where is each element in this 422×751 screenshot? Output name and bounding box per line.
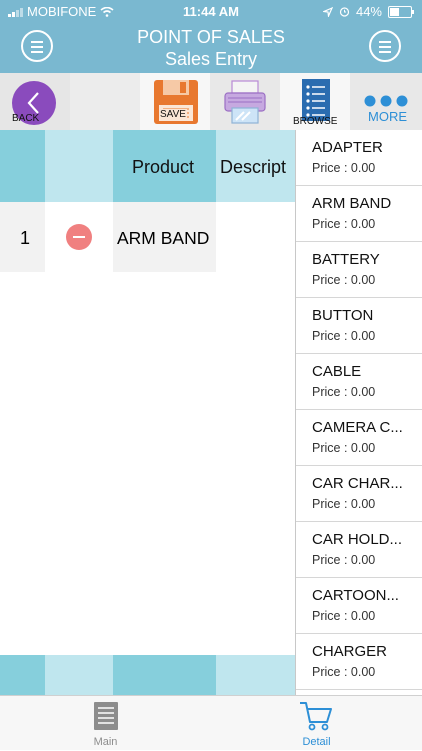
cart-icon [300, 702, 332, 731]
product-name: BUTTON [312, 307, 374, 324]
product-list: ADAPTER Price : 0.00 ARM BAND Price : 0.00… [295, 130, 422, 695]
product-name: CABLE [312, 363, 362, 380]
table-header-description: Descript [216, 130, 295, 202]
tab-detail-label: Detail [302, 736, 331, 748]
save-button[interactable]: SAVE [140, 73, 210, 130]
page-subtitle: Sales Entry [164, 49, 258, 69]
product-price: Price : 0.00 [312, 273, 376, 287]
product-price: Price : 0.00 [312, 161, 376, 175]
product-name: CHARGER [312, 643, 388, 660]
table-footer-cell [216, 655, 295, 695]
menu-right-icon[interactable] [369, 30, 401, 62]
table-row-no: 1 [0, 202, 45, 272]
table-row-action [45, 202, 113, 272]
table-footer-cell [113, 655, 216, 695]
table-header-action [45, 130, 113, 202]
product-price: Price : 0.00 [312, 217, 376, 231]
table-header-product: Product [113, 130, 216, 202]
row-number: 1 [20, 228, 31, 248]
list-item[interactable]: ARM BAND Price : 0.00 [296, 186, 422, 242]
product-name: CAR CHAR... [312, 475, 403, 492]
back-label: BACK [12, 113, 40, 124]
remove-row-icon[interactable] [66, 224, 92, 250]
page-title: POINT OF SALES [137, 27, 285, 47]
table-row-product[interactable]: ARM BAND [113, 202, 216, 272]
app-header: MOBIFONE 11:44 AM 44% POINT OF SALES Sal… [0, 0, 422, 73]
print-button[interactable] [210, 73, 280, 130]
browse-label: BROWSE [293, 116, 338, 127]
table-header-no [0, 130, 45, 202]
list-item[interactable]: BUTTON Price : 0.00 [296, 298, 422, 354]
tab-main[interactable]: Main [0, 696, 211, 751]
list-item[interactable]: CAR CHAR... Price : 0.00 [296, 466, 422, 522]
printer-icon [224, 80, 266, 124]
product-name: CARTOON... [312, 587, 399, 604]
list-item[interactable]: CAR HOLD... Price : 0.00 [296, 522, 422, 578]
product-price: Price : 0.00 [312, 497, 376, 511]
product-price: Price : 0.00 [312, 329, 376, 343]
more-button[interactable]: MORE [350, 73, 422, 130]
table-footer-cell [0, 655, 45, 695]
more-label: MORE [368, 109, 407, 124]
toolbar-spacer [70, 73, 140, 130]
table-row-description[interactable] [216, 202, 295, 272]
status-bar: MOBIFONE 11:44 AM 44% [0, 0, 422, 24]
list-item[interactable]: CARTOON... Price : 0.00 [296, 578, 422, 634]
tab-main-label: Main [93, 736, 118, 748]
table-footer-cell [45, 655, 113, 695]
browse-list-icon [302, 79, 330, 121]
product-name: BATTERY [312, 251, 380, 268]
list-item[interactable]: CABLE Price : 0.00 [296, 354, 422, 410]
product-price: Price : 0.00 [312, 385, 376, 399]
alarm-icon [339, 7, 350, 17]
product-name: ARM BAND [312, 195, 392, 212]
location-icon [322, 6, 333, 17]
description-column-label: Descript [220, 157, 287, 177]
sales-table: Product Descript 1 ARM BAND [0, 130, 295, 695]
tab-bar: Main Detail [0, 695, 422, 750]
battery-percent: 44% [355, 4, 382, 19]
product-price: Price : 0.00 [312, 609, 376, 623]
list-icon [94, 702, 118, 730]
browse-button[interactable]: BROWSE [280, 73, 350, 130]
save-label: SAVE [159, 109, 187, 120]
more-dots-icon [364, 95, 408, 107]
row-product-name: ARM BAND [117, 228, 210, 248]
battery-icon [388, 5, 414, 18]
list-item[interactable]: ADAPTER Price : 0.00 [296, 130, 422, 186]
product-price: Price : 0.00 [312, 665, 376, 679]
product-name: CAMERA C... [312, 419, 403, 436]
product-column-label: Product [132, 157, 195, 177]
toolbar: BACK SAVE BROWSE MORE [0, 73, 422, 130]
tab-detail[interactable]: Detail [211, 696, 422, 751]
product-name: CAR HOLD... [312, 531, 403, 548]
product-name: ADAPTER [312, 139, 383, 156]
product-price: Price : 0.00 [312, 441, 376, 455]
list-item[interactable]: BATTERY Price : 0.00 [296, 242, 422, 298]
back-button[interactable]: BACK [0, 73, 70, 130]
product-price: Price : 0.00 [312, 553, 376, 567]
list-item[interactable]: CAMERA C... Price : 0.00 [296, 410, 422, 466]
list-item[interactable]: CHARGER Price : 0.00 [296, 634, 422, 690]
